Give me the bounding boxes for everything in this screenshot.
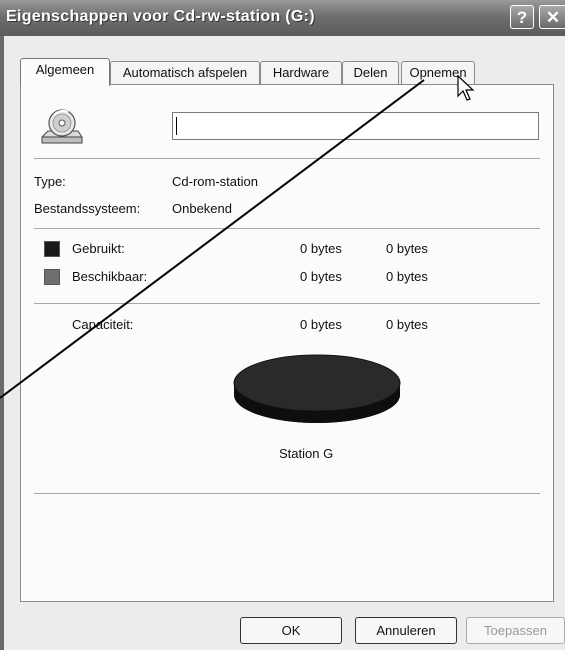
window-title: Eigenschappen voor Cd-rw-station (G:): [6, 8, 315, 25]
free-bytes-alt: 0 bytes: [386, 269, 428, 284]
used-bytes: 0 bytes: [300, 241, 342, 256]
apply-button[interactable]: Toepassen: [466, 617, 565, 644]
close-button[interactable]: ✕: [539, 5, 565, 29]
separator: [34, 158, 540, 159]
filesystem-label: Bestandssysteem:: [34, 201, 141, 216]
tab-panel-algemeen: [20, 84, 554, 602]
properties-dialog: Eigenschappen voor Cd-rw-station (G:) ? …: [0, 0, 565, 650]
cd-drive-icon: [41, 109, 83, 144]
free-space-swatch: [44, 269, 60, 285]
type-label: Type:: [34, 174, 66, 189]
tab-automatisch-afspelen[interactable]: Automatisch afspelen: [110, 61, 260, 85]
drive-name-input[interactable]: [172, 112, 539, 140]
capacity-label: Capaciteit:: [72, 317, 134, 332]
window-frame: [0, 36, 4, 650]
free-bytes: 0 bytes: [300, 269, 342, 284]
separator: [34, 303, 540, 304]
tab-opnemen[interactable]: Opnemen: [401, 61, 475, 85]
tab-hardware[interactable]: Hardware: [260, 61, 342, 85]
title-bar[interactable]: Eigenschappen voor Cd-rw-station (G:) ? …: [0, 0, 565, 36]
used-label: Gebruikt:: [72, 241, 125, 256]
text-caret: [176, 117, 177, 135]
free-label: Beschikbaar:: [72, 269, 148, 284]
help-button[interactable]: ?: [510, 5, 534, 29]
filesystem-value: Onbekend: [172, 201, 232, 216]
separator: [34, 228, 540, 229]
drive-caption: Station G: [279, 446, 334, 461]
cancel-button[interactable]: Annuleren: [355, 617, 457, 644]
separator: [34, 493, 540, 494]
drive-usage-pie: [233, 354, 401, 423]
used-bytes-alt: 0 bytes: [386, 241, 428, 256]
capacity-bytes: 0 bytes: [300, 317, 342, 332]
tab-algemeen[interactable]: Algemeen: [20, 58, 110, 86]
tab-delen[interactable]: Delen: [342, 61, 399, 85]
used-space-swatch: [44, 241, 60, 257]
ok-button[interactable]: OK: [240, 617, 342, 644]
capacity-bytes-alt: 0 bytes: [386, 317, 428, 332]
type-value: Cd-rom-station: [172, 174, 258, 189]
